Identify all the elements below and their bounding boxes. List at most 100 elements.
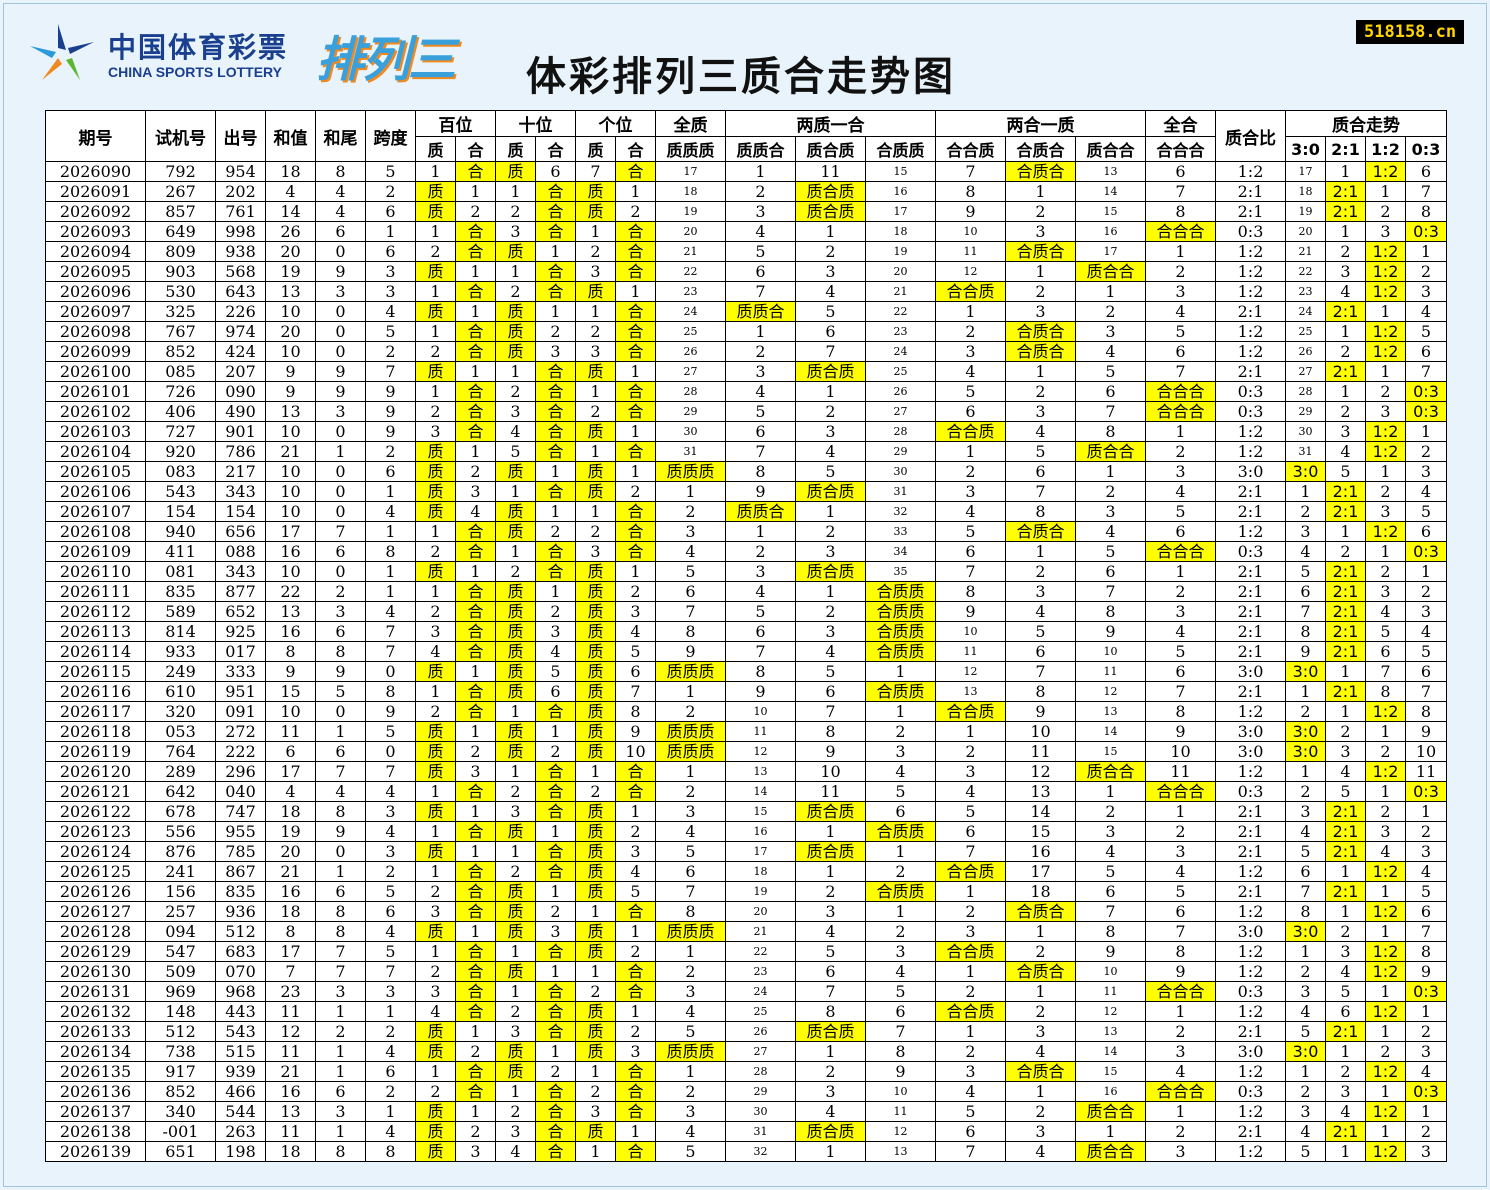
table-cell: 质	[575, 481, 616, 502]
table-cell: 2	[1145, 821, 1216, 842]
table-cell: 合	[615, 301, 656, 322]
table-cell: 543	[145, 481, 216, 502]
table-cell: 6	[315, 221, 366, 242]
table-cell: 2:1	[1325, 881, 1366, 902]
table-cell: 2	[1145, 1021, 1216, 1042]
table-cell: 2	[1145, 261, 1216, 282]
table-cell: 20	[865, 261, 936, 282]
col-header-draw: 出号	[215, 110, 266, 162]
table-cell: 5	[1145, 321, 1216, 342]
table-cell: 合	[455, 701, 496, 722]
game-logo: 排列三	[316, 32, 456, 88]
table-cell: 1:2	[1215, 441, 1286, 462]
table-cell: 2:1	[1325, 501, 1366, 522]
table-cell: 2	[1405, 1021, 1447, 1042]
table-cell: 1	[455, 1021, 496, 1042]
table-cell: 14	[725, 781, 796, 802]
table-cell: 4	[1285, 1121, 1326, 1142]
table-cell: 合	[535, 401, 576, 422]
table-cell: 13	[1075, 1021, 1146, 1042]
table-cell: 951	[215, 681, 266, 702]
table-cell: 11	[725, 721, 796, 742]
table-cell: 4	[1075, 521, 1146, 542]
table-cell: 14	[1005, 801, 1076, 822]
table-cell: 质	[495, 341, 536, 362]
table-cell: 4	[1005, 421, 1076, 442]
table-cell: 23	[725, 961, 796, 982]
table-cell: 198	[215, 1141, 266, 1162]
table-cell: 1	[1325, 221, 1366, 242]
table-cell: 5	[1075, 541, 1146, 562]
table-cell: 0:3	[1215, 381, 1286, 402]
table-cell: 10	[265, 501, 316, 522]
table-cell: 1	[495, 181, 536, 202]
table-cell: 15	[1005, 821, 1076, 842]
table-cell: 合	[455, 421, 496, 442]
table-cell: 4	[1365, 601, 1406, 622]
table-cell: 5	[655, 1141, 726, 1162]
table-cell: 7	[575, 161, 616, 182]
table-cell: 767	[145, 321, 216, 342]
table-cell: 质	[415, 761, 456, 782]
table-cell: 5	[1145, 501, 1216, 522]
table-cell: 3	[1365, 401, 1406, 422]
table-cell: 合	[535, 481, 576, 502]
table-cell: 8	[315, 641, 366, 662]
table-cell: 合	[535, 201, 576, 222]
table-cell: 合	[535, 1101, 576, 1122]
table-cell: 质质质	[655, 461, 726, 482]
table-row: 2026115 249 333 9 9 0 质 1 质 5 质 6 质质质 8 5 1 12 7 11 6 3:0 3:0…	[45, 661, 1447, 682]
table-cell: 2026139	[45, 1141, 146, 1162]
table-cell: 21	[1285, 241, 1326, 262]
table-cell: 4	[1405, 481, 1447, 502]
table-row: 2026128 094 512 8 8 4 质 1 质 3 质 1 质质质 21 4 2 3 1 8 7 3:0 3:0 2…	[45, 921, 1447, 942]
table-cell: 2:1	[1215, 821, 1286, 842]
table-cell: 954	[215, 161, 266, 182]
table-cell: 17	[265, 941, 316, 962]
table-cell: 2	[655, 781, 726, 802]
table-cell: 6	[315, 621, 366, 642]
table-cell: 2026138	[45, 1121, 146, 1142]
table-cell: 2	[1365, 381, 1406, 402]
table-cell: 1	[1325, 521, 1366, 542]
table-row: 2026122 678 747 18 8 3 质 1 3 合质 1 3 15 质合质 6 5 14 2 1 2:1 3 2…	[45, 801, 1447, 822]
table-cell: 738	[145, 1041, 216, 1062]
table-cell: 9	[265, 361, 316, 382]
table-cell: 933	[145, 641, 216, 662]
table-cell: 3	[415, 621, 456, 642]
table-cell: 1:2	[1365, 261, 1406, 282]
table-cell: 2026114	[45, 641, 146, 662]
table-row: 2026126 156 835 16 6 5 2 合质 1 质 5 7 19 2 合质质 1 18 6 5 2:1 7 2…	[45, 881, 1447, 902]
table-cell: 4	[725, 221, 796, 242]
table-cell: 2026116	[45, 681, 146, 702]
table-cell: 质质质	[655, 921, 726, 942]
table-cell: 3:0	[1285, 741, 1326, 762]
table-cell: 5	[725, 601, 796, 622]
table-cell: 2	[1325, 921, 1366, 942]
table-cell: 5	[795, 461, 866, 482]
table-cell: 424	[215, 341, 266, 362]
table-cell: 合	[535, 441, 576, 462]
table-cell: 998	[215, 221, 266, 242]
table-cell: 4	[365, 1121, 416, 1142]
table-cell: 901	[215, 421, 266, 442]
table-cell: 合	[535, 181, 576, 202]
table-cell: 568	[215, 261, 266, 282]
table-cell: 1	[1005, 261, 1076, 282]
table-cell: 1	[725, 521, 796, 542]
table-cell: 28	[1285, 381, 1326, 402]
table-cell: 5	[655, 561, 726, 582]
table-cell: 643	[215, 281, 266, 302]
table-cell: 4	[1285, 541, 1326, 562]
table-cell: 1	[935, 721, 1006, 742]
table-cell: 2026115	[45, 661, 146, 682]
table-cell: 合	[455, 861, 496, 882]
table-cell: 3	[415, 981, 456, 1002]
table-cell: 1	[1075, 461, 1146, 482]
table-cell: 1	[1075, 781, 1146, 802]
table-cell: 1	[455, 261, 496, 282]
table-cell: 质质质	[655, 741, 726, 762]
table-cell: 9	[1285, 641, 1326, 662]
table-row: 2026131 969 968 23 3 3 3 合 1 合 2 合 3 24 7 5 2 1 11 合合合 0:3 3 5…	[45, 981, 1447, 1002]
table-cell: 1	[1405, 801, 1447, 822]
